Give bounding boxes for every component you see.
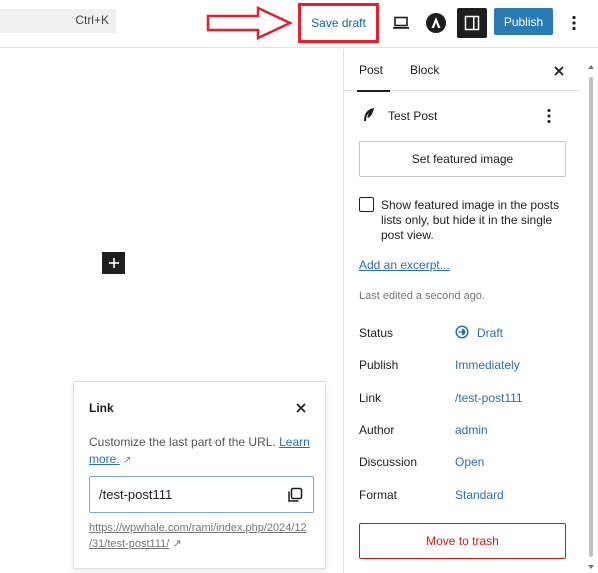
- shortcut-hint: Ctrl+K: [75, 13, 109, 27]
- post-title: Test Post: [388, 109, 438, 123]
- sidebar-scrollbar[interactable]: [587, 63, 595, 573]
- status-row: Status Draft: [359, 325, 504, 340]
- link-value[interactable]: /test-post111: [455, 391, 523, 405]
- sidebar-tabs: Post Block: [344, 49, 580, 92]
- command-palette-button[interactable]: Ctrl+K: [0, 9, 116, 33]
- astra-logo-icon[interactable]: [421, 8, 451, 38]
- tab-block[interactable]: Block: [410, 49, 439, 91]
- tab-post[interactable]: Post: [356, 49, 393, 92]
- author-row: Author admin: [359, 423, 488, 437]
- popover-description: Customize the last part of the URL. Lear…: [89, 435, 310, 466]
- feather-icon: [364, 108, 374, 121]
- publish-row: Publish Immediately: [359, 358, 520, 372]
- publish-button[interactable]: Publish: [494, 8, 553, 35]
- popover-title: Link: [89, 401, 114, 415]
- laptop-icon[interactable]: [386, 8, 416, 38]
- plus-icon: [108, 258, 119, 268]
- sidebar-toggle-icon[interactable]: [457, 8, 487, 38]
- discussion-value[interactable]: Open: [455, 455, 484, 469]
- link-row: Link /test-post111: [359, 391, 523, 405]
- add-excerpt-link[interactable]: Add an excerpt...: [359, 258, 450, 272]
- external-link-icon: ↗: [172, 538, 182, 550]
- editor-toolbar: Ctrl+K Save draft Publish: [0, 0, 598, 48]
- close-icon[interactable]: [292, 399, 310, 417]
- settings-sidebar: Post Block Test Post Set featured image …: [343, 49, 598, 573]
- author-value[interactable]: admin: [455, 423, 488, 437]
- external-link-icon: ↗: [123, 455, 132, 466]
- close-icon[interactable]: [550, 62, 568, 80]
- featured-image-checkbox[interactable]: [359, 197, 374, 212]
- slug-input[interactable]: /test-post111: [89, 476, 314, 513]
- draft-status-icon[interactable]: [455, 325, 469, 339]
- link-popover: Link Customize the last part of the URL.…: [73, 381, 326, 569]
- post-summary-header: Test Post: [359, 105, 564, 129]
- kebab-menu-icon[interactable]: [560, 8, 588, 38]
- move-to-trash-button[interactable]: Move to trash: [359, 523, 566, 559]
- copy-icon[interactable]: [286, 486, 304, 504]
- publish-value[interactable]: Immediately: [455, 358, 520, 372]
- last-edited-text: Last edited a second ago.: [359, 290, 485, 302]
- discussion-row: Discussion Open: [359, 455, 485, 469]
- kebab-menu-icon[interactable]: [547, 108, 551, 124]
- red-arrow-annotation: [206, 6, 292, 40]
- permalink-url[interactable]: https://wpwhale.com/rami/index.php/2024/…: [89, 520, 314, 552]
- checkbox-label: Show featured image in the posts lists o…: [381, 198, 560, 242]
- status-value[interactable]: Draft: [477, 326, 503, 340]
- set-featured-image-button[interactable]: Set featured image: [359, 141, 566, 177]
- add-block-button[interactable]: [102, 252, 125, 274]
- save-draft-button[interactable]: Save draft: [303, 8, 374, 38]
- format-row: Format Standard: [359, 488, 504, 502]
- format-value[interactable]: Standard: [455, 488, 504, 502]
